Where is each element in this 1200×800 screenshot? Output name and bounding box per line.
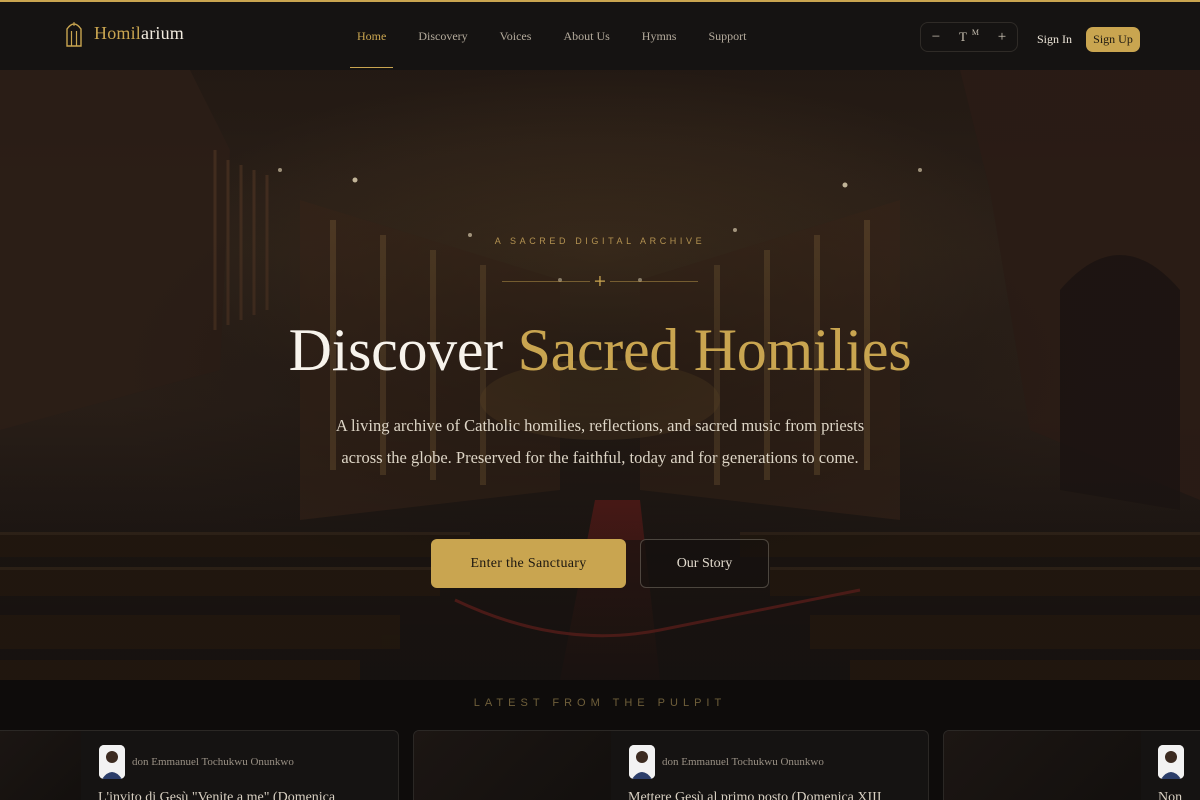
font-increase-button[interactable]: + xyxy=(995,29,1009,46)
nav-discovery[interactable]: Discovery xyxy=(402,2,483,70)
homily-card[interactable]: don Emmanuel Tochukwu Onunkwo Mettere Ge… xyxy=(413,730,929,800)
font-decrease-button[interactable]: − xyxy=(929,29,943,46)
card-author: don Emmanuel Tochukwu Onunkwo xyxy=(132,756,294,768)
card-title: L'invito di Gesù "Venite a me" (Domenica xyxy=(98,790,336,800)
card-author: don Emmanuel Tochukwu Onunkwo xyxy=(662,756,824,768)
main-nav: Home Discovery Voices About Us Hymns Sup… xyxy=(341,2,762,70)
cathedral-window-icon xyxy=(66,22,82,47)
brand-logo[interactable]: Homilarium xyxy=(66,19,184,47)
brand-name: Homilarium xyxy=(94,22,185,43)
avatar xyxy=(99,745,125,779)
avatar xyxy=(1158,745,1184,779)
sign-up-button[interactable]: Sign Up xyxy=(1086,27,1140,52)
divider-line-left xyxy=(502,281,590,282)
nav-home[interactable]: Home xyxy=(341,2,402,70)
homily-card[interactable]: Non xyxy=(943,730,1200,800)
hero-eyebrow: A SACRED DIGITAL ARCHIVE xyxy=(494,236,706,246)
nav-hymns[interactable]: Hymns xyxy=(626,2,693,70)
card-thumbnail xyxy=(944,731,1141,800)
card-thumbnail xyxy=(0,731,81,800)
card-title: Mettere Gesù al primo posto (Domenica XI… xyxy=(628,790,882,800)
card-title: Non xyxy=(1158,790,1183,800)
site-header: Homilarium Home Discovery Voices About U… xyxy=(0,2,1200,70)
nav-support[interactable]: Support xyxy=(692,2,762,70)
font-size-indicator: TM xyxy=(958,28,980,45)
hero-description: A living archive of Catholic homilies, r… xyxy=(335,416,865,467)
our-story-button[interactable]: Our Story xyxy=(640,539,769,588)
hero-title: Discover Sacred Homilies xyxy=(288,317,912,383)
avatar xyxy=(629,745,655,779)
section-heading: LATEST FROM THE PULPIT xyxy=(473,697,727,709)
card-thumbnail xyxy=(414,731,611,800)
enter-sanctuary-button[interactable]: Enter the Sanctuary xyxy=(431,539,626,588)
text-size-icon: T xyxy=(958,29,967,44)
font-size-value: M xyxy=(971,28,980,37)
sign-in-link[interactable]: Sign In xyxy=(1037,32,1072,47)
font-size-control: − TM + xyxy=(920,22,1018,52)
divider-line-right xyxy=(610,281,698,282)
nav-voices[interactable]: Voices xyxy=(484,2,548,70)
cross-icon: + xyxy=(593,271,607,290)
nav-about-us[interactable]: About Us xyxy=(547,2,625,70)
ornament-divider: + xyxy=(502,273,698,289)
homily-card[interactable]: don Emmanuel Tochukwu Onunkwo L'invito d… xyxy=(0,730,399,800)
latest-homilies-section: LATEST FROM THE PULPIT don Emmanuel Toch… xyxy=(0,680,1200,800)
hero-section: A SACRED DIGITAL ARCHIVE + Discover Sacr… xyxy=(0,70,1200,680)
